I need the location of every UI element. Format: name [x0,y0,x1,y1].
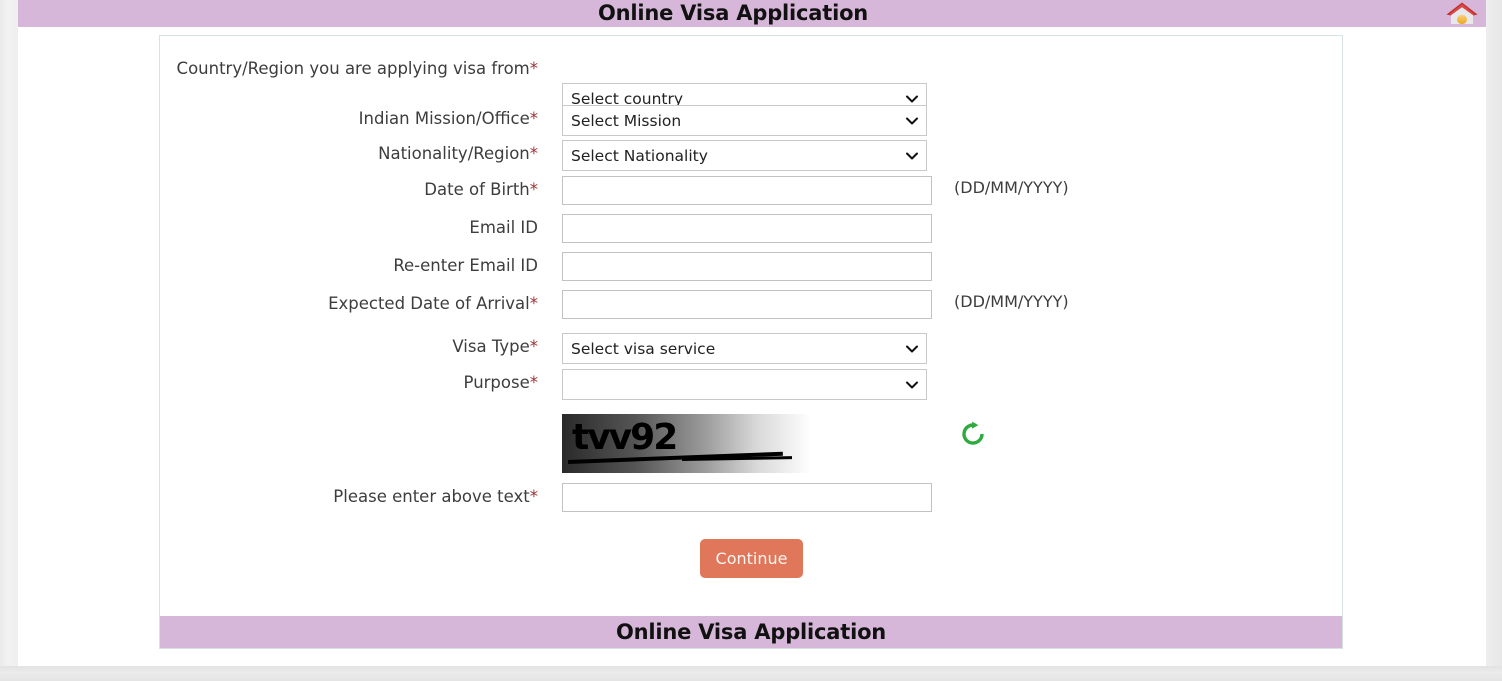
right-gutter [1486,0,1502,668]
select-indian-mission-office[interactable]: Select Mission [562,105,927,136]
bottom-strip [0,666,1502,681]
select-wrap-nationality[interactable]: Select Nationality [562,140,927,171]
input-captcha-answer[interactable] [562,483,932,512]
label-visa-type: Visa Type* [160,336,538,358]
home-icon[interactable] [1444,0,1480,27]
input-re-enter-email-id[interactable] [562,252,932,281]
captcha-distortion-line-secondary [681,456,793,461]
captcha-image: tvv92 [562,414,811,473]
label-text: Indian Mission/Office [358,109,530,128]
top-banner: Online Visa Application [18,0,1486,27]
footer-title: Online Visa Application [615,620,887,644]
label-captcha-answer: Please enter above text* [160,486,538,508]
captcha-text: tvv92 [572,417,678,458]
label-purpose: Purpose* [160,372,538,394]
select-purpose[interactable] [562,369,927,400]
label-text: Country/Region you are applying visa fro… [176,59,530,78]
page-title: Online Visa Application [597,1,869,25]
label-text: Visa Type [452,337,530,356]
hint-date-of-birth: (DD/MM/YYYY) [954,178,1069,197]
label-text: Email ID [469,218,538,237]
label-nationality-region: Nationality/Region* [160,143,538,165]
select-nationality-region[interactable]: Select Nationality [562,140,927,171]
required-asterisk: * [529,144,538,163]
required-asterisk: * [529,109,538,128]
required-asterisk: * [529,337,538,356]
label-text: Expected Date of Arrival [328,294,530,313]
required-asterisk: * [529,59,538,78]
required-asterisk: * [529,294,538,313]
label-text: Purpose [463,373,530,392]
label-email-id: Email ID [160,217,538,239]
required-asterisk: * [529,487,538,506]
required-asterisk: * [529,373,538,392]
input-expected-date-of-arrival[interactable] [562,290,932,319]
left-gutter [0,0,18,668]
select-visa-type[interactable]: Select visa service [562,333,927,364]
label-date-of-birth: Date of Birth* [160,179,538,201]
label-text: Date of Birth [424,180,530,199]
visa-application-form-panel: Country/Region you are applying visa fro… [159,35,1343,649]
input-date-of-birth[interactable] [562,176,932,205]
label-text: Re-enter Email ID [393,256,538,275]
required-asterisk: * [529,180,538,199]
select-wrap-visa-type[interactable]: Select visa service [562,333,927,364]
select-wrap-indian-mission[interactable]: Select Mission [562,105,927,136]
input-email-id[interactable] [562,214,932,243]
label-re-enter-email-id: Re-enter Email ID [160,255,538,277]
label-indian-mission-office: Indian Mission/Office* [160,108,538,130]
select-wrap-purpose[interactable] [562,369,927,400]
label-expected-date-of-arrival: Expected Date of Arrival* [160,293,538,315]
continue-button[interactable]: Continue [700,539,803,578]
hint-expected-date-of-arrival: (DD/MM/YYYY) [954,292,1069,311]
label-text: Please enter above text [333,487,530,506]
bottom-banner: Online Visa Application [160,616,1342,648]
label-text: Nationality/Region [378,144,530,163]
label-country-region: Country/Region you are applying visa fro… [160,58,538,80]
refresh-captcha-icon[interactable] [958,419,988,449]
